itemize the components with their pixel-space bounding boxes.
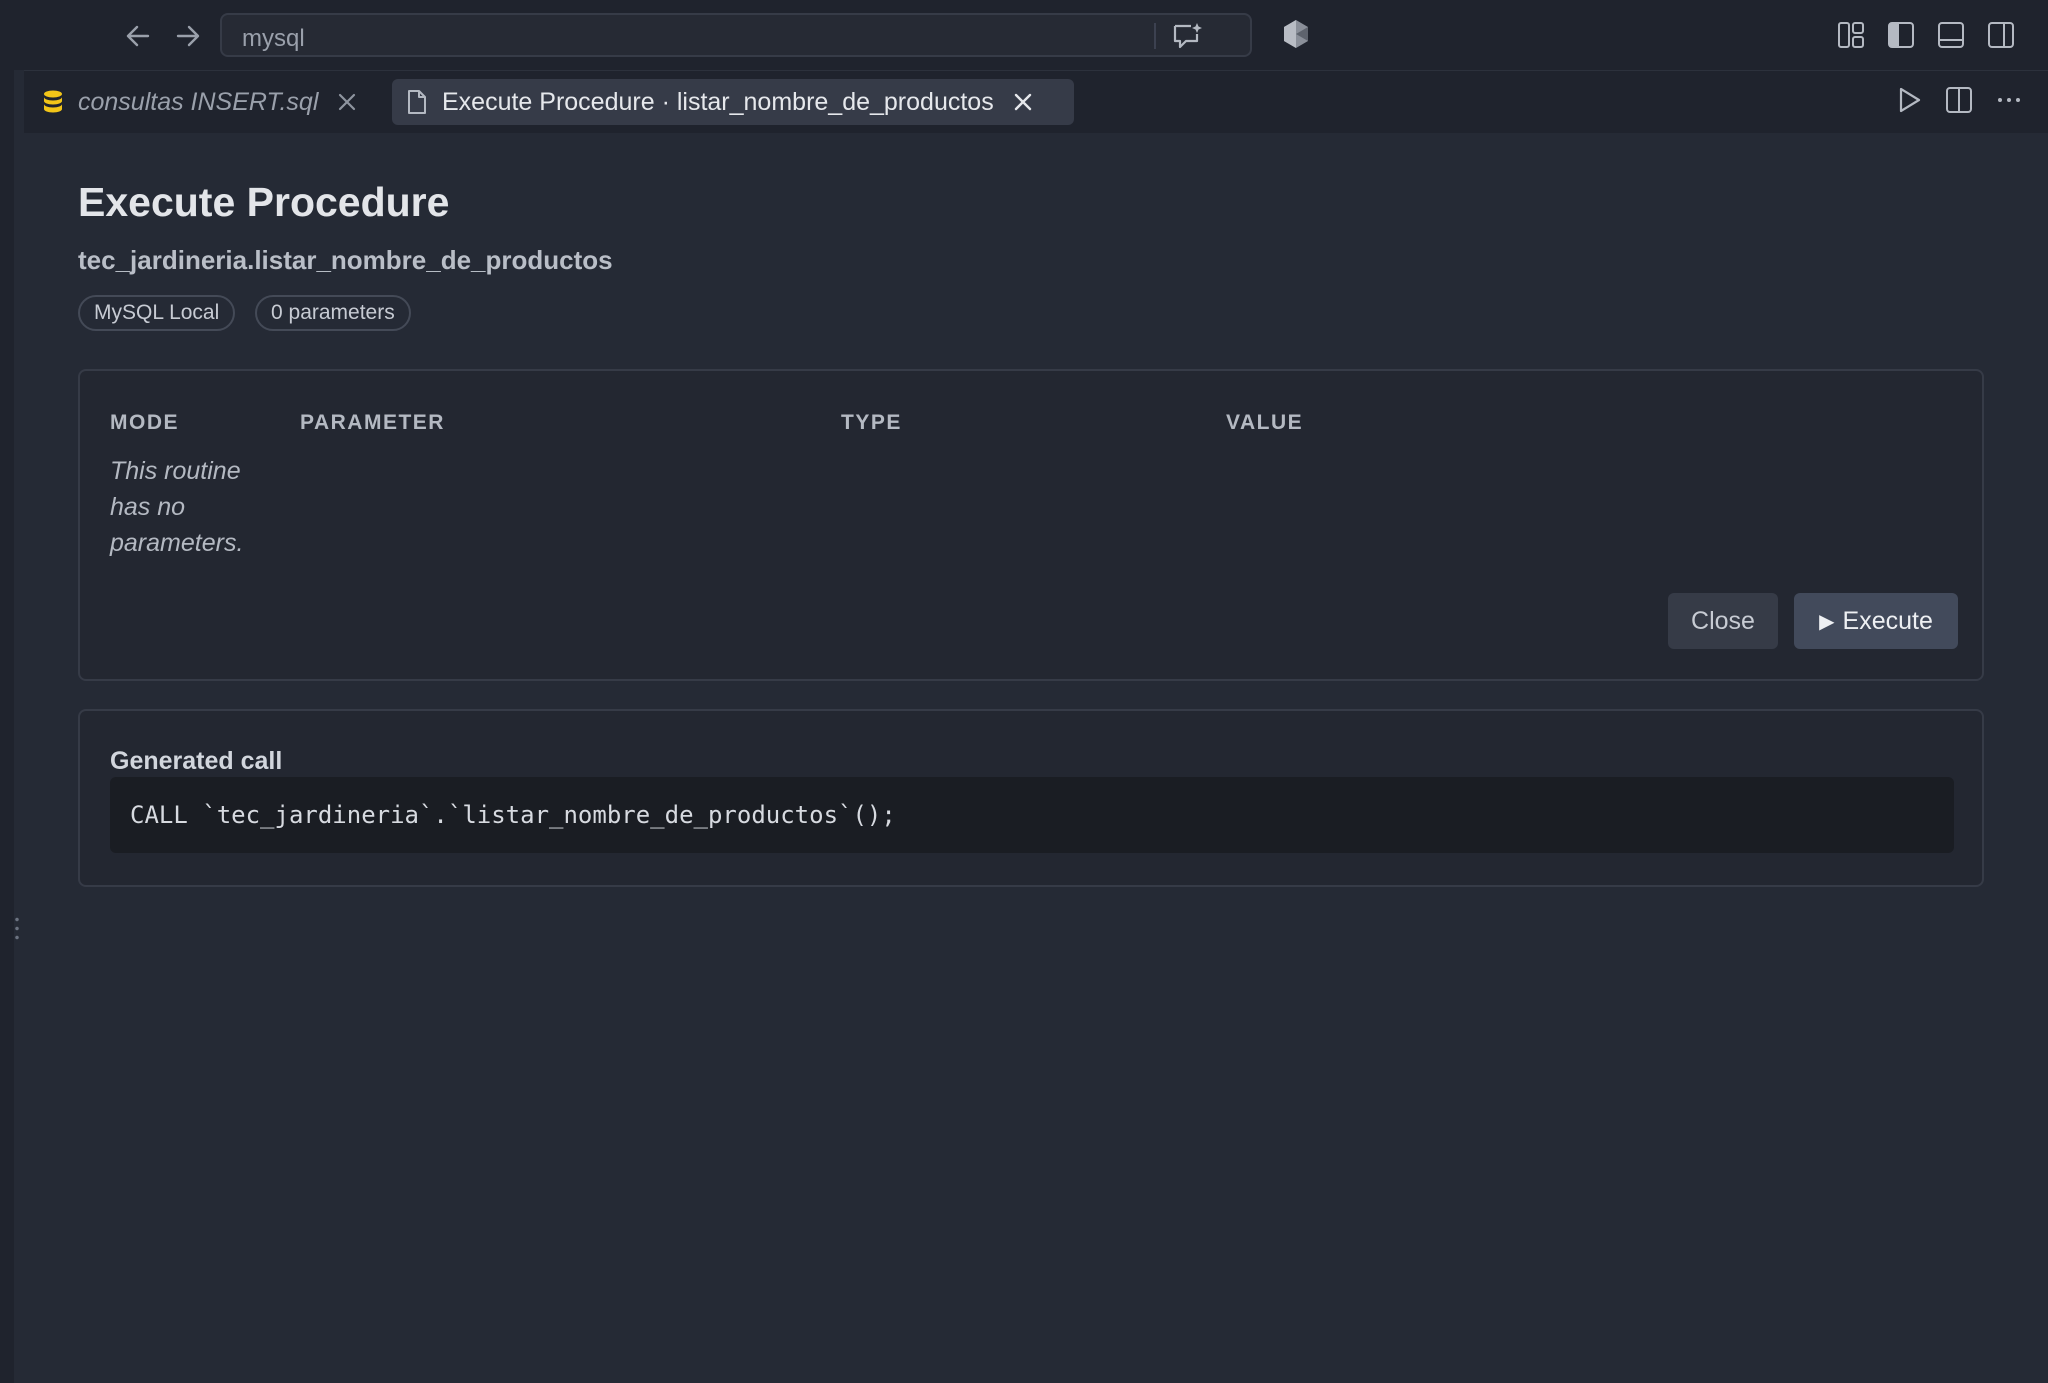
parameters-card: MODE PARAMETER TYPE VALUE This routine h… (78, 369, 1984, 681)
database-icon (42, 89, 64, 115)
generated-call-title: Generated call (110, 747, 283, 775)
command-center-search[interactable]: mysql (220, 13, 1252, 57)
file-icon (406, 89, 428, 115)
title-bar: mysql (0, 0, 2048, 70)
column-header-parameter: PARAMETER (300, 411, 445, 434)
activity-edge (0, 70, 19, 1383)
close-button-label: Close (1691, 606, 1755, 635)
execute-button[interactable]: ▶ Execute (1794, 593, 1958, 649)
page-title: Execute Procedure (78, 179, 450, 225)
column-header-mode: MODE (110, 411, 179, 434)
search-text: mysql (242, 25, 305, 52)
execute-procedure-view: Execute Procedure tec_jardineria.listar_… (24, 133, 2048, 1383)
tab-execute-procedure[interactable]: Execute Procedure · listar_nombre_de_pro… (392, 79, 1074, 125)
connection-badge: MySQL Local (78, 295, 236, 331)
customize-layout-icon[interactable] (1836, 20, 1866, 55)
split-editor-icon[interactable] (1944, 85, 1974, 120)
generated-call-card: Generated call CALL `tec_jardineria`.`li… (78, 709, 1984, 887)
generated-call-code[interactable]: CALL `tec_jardineria`.`listar_nombre_de_… (110, 777, 1954, 853)
toggle-panel-icon[interactable] (1936, 20, 1966, 55)
toggle-secondary-sidebar-icon[interactable] (1986, 20, 2016, 55)
tab-label: Execute Procedure · listar_nombre_de_pro… (442, 87, 994, 116)
forward-arrow-icon[interactable] (170, 18, 206, 54)
divider (1154, 23, 1156, 49)
close-icon[interactable] (336, 91, 358, 113)
editor-tab-bar: consultas INSERT.sql Execute Procedure ·… (24, 70, 2048, 133)
execute-button-label: Execute (1842, 606, 1933, 635)
column-header-value: VALUE (1226, 411, 1304, 434)
routine-name: tec_jardineria.listar_nombre_de_producto… (78, 245, 613, 275)
toggle-primary-sidebar-icon[interactable] (1886, 20, 1916, 55)
generated-call-sql: CALL `tec_jardineria`.`listar_nombre_de_… (130, 801, 896, 829)
chat-sparkle-icon[interactable] (1172, 21, 1204, 56)
param-count-badge: 0 parameters (255, 295, 411, 331)
play-icon: ▶ (1819, 610, 1835, 633)
close-icon[interactable] (1012, 91, 1034, 113)
column-header-type: TYPE (841, 411, 902, 434)
close-button[interactable]: Close (1668, 593, 1778, 649)
empty-parameters-message: This routine has no parameters. (110, 457, 244, 557)
more-actions-icon[interactable] (1994, 85, 2024, 120)
back-arrow-icon[interactable] (120, 18, 156, 54)
sash-grip-icon[interactable] (15, 915, 19, 941)
copilot-icon[interactable] (1280, 18, 1312, 55)
tab-label: consultas INSERT.sql (78, 87, 319, 116)
run-icon[interactable] (1894, 85, 1924, 120)
tab-consultas-insert[interactable]: consultas INSERT.sql (42, 79, 358, 125)
